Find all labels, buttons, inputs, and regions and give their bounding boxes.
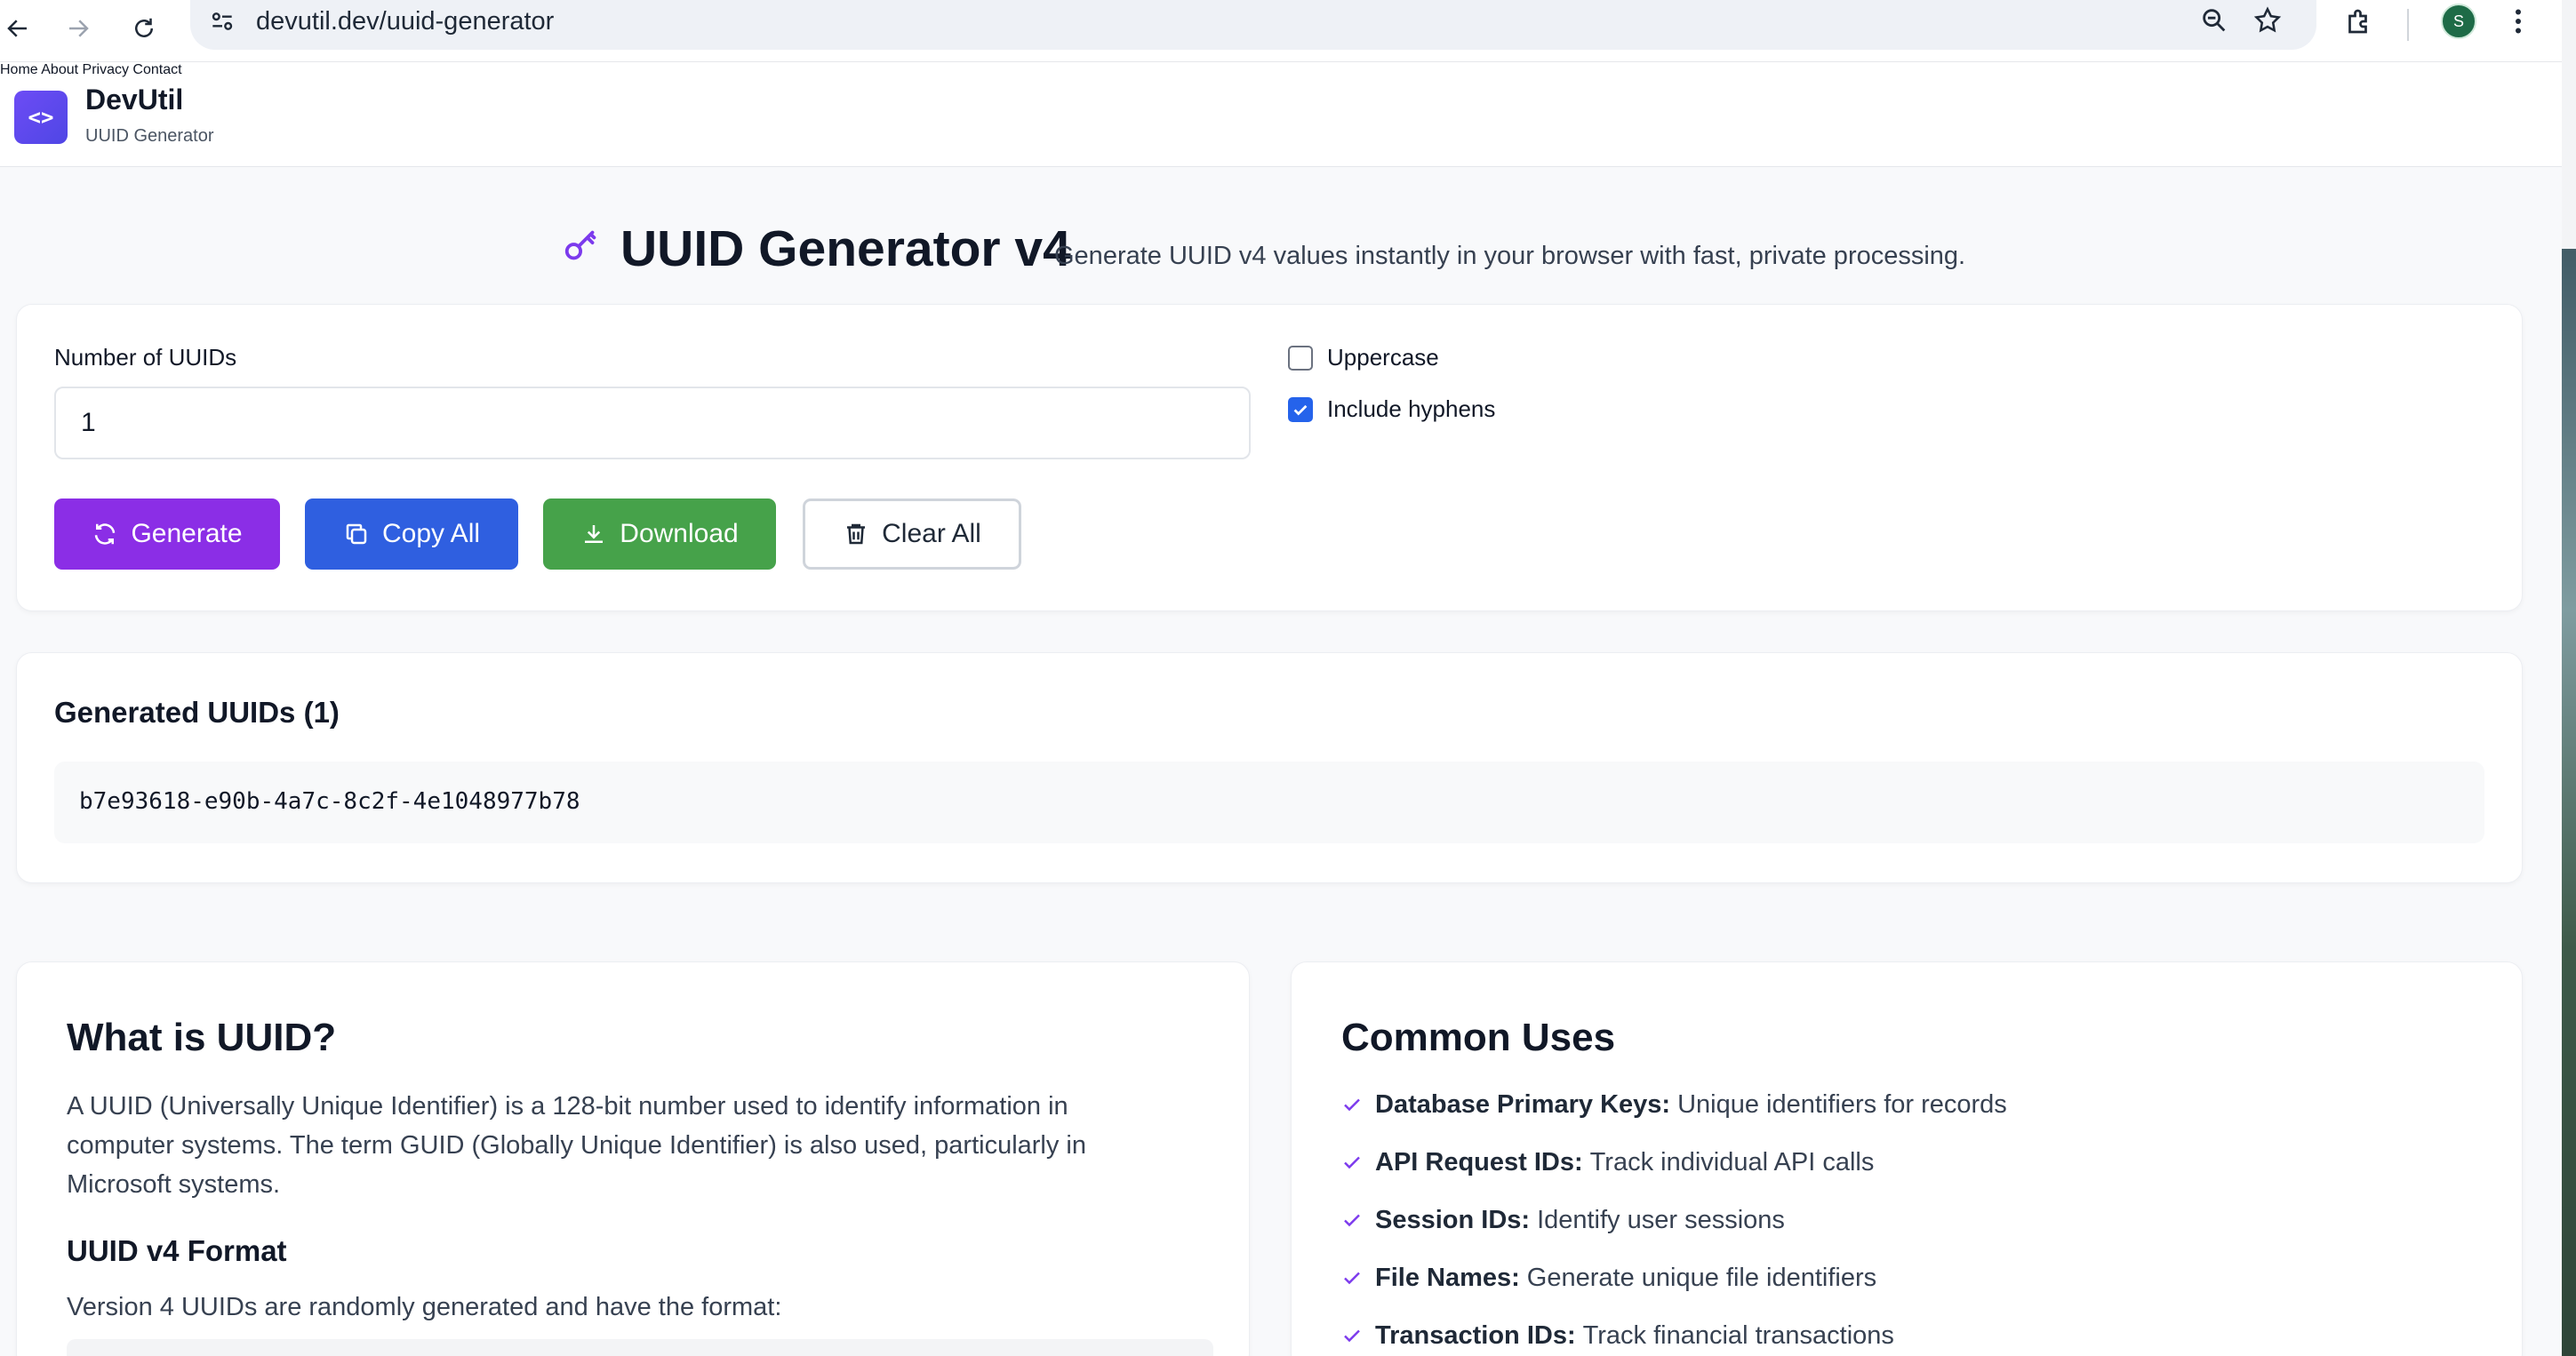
hero: UUID Generator v4 Generate UUID v4 value… — [0, 217, 2562, 288]
list-item: API Request IDs: Track individual API ca… — [1341, 1145, 1874, 1180]
generate-button[interactable]: Generate — [54, 499, 280, 570]
uuid-format-body: Version 4 UUIDs are randomly generated a… — [67, 1293, 782, 1321]
download-icon — [585, 525, 604, 543]
clear-all-button[interactable]: Clear All — [803, 499, 1021, 570]
use-term: File Names: — [1375, 1264, 1520, 1292]
refresh-icon — [95, 523, 116, 545]
download-button[interactable]: Download — [543, 499, 776, 570]
clear-all-label: Clear All — [882, 519, 981, 548]
use-desc: Unique identifiers for records — [1677, 1090, 2007, 1119]
zoom-icon[interactable] — [2199, 5, 2229, 40]
uppercase-checkbox[interactable] — [1288, 345, 1313, 371]
check-icon — [1341, 1209, 1363, 1231]
generate-label: Generate — [131, 519, 243, 548]
nav-contact[interactable]: Contact — [132, 62, 181, 77]
list-item: Database Primary Keys: Unique identifier… — [1341, 1087, 2007, 1122]
checkmark-icon — [1293, 404, 1308, 416]
url-text[interactable]: devutil.dev/uuid-generator — [256, 5, 554, 37]
nav-privacy[interactable]: Privacy — [83, 62, 129, 77]
uuid-item[interactable]: b7e93618-e90b-4a7c-8c2f-4e1048977b78 — [79, 786, 580, 817]
use-term: Session IDs: — [1375, 1206, 1531, 1234]
site-settings-icon[interactable] — [208, 7, 236, 40]
profile-avatar[interactable]: S — [2441, 4, 2476, 39]
copy-all-label: Copy All — [381, 519, 481, 548]
use-term: API Request IDs: — [1375, 1148, 1583, 1177]
use-desc: Generate unique file identifiers — [1526, 1264, 1877, 1292]
bookmark-star-icon[interactable] — [2252, 5, 2283, 40]
what-is-uuid-card: What is UUID? A UUID (Universally Unique… — [16, 961, 1250, 1356]
uuid-count-input[interactable] — [54, 387, 1251, 459]
page-description: Generate UUID v4 values instantly in you… — [1054, 242, 1966, 270]
uuid-list: b7e93618-e90b-4a7c-8c2f-4e1048977b78 — [54, 762, 2484, 843]
common-uses-heading: Common Uses — [1341, 1016, 1616, 1059]
use-desc: Track individual API calls — [1589, 1148, 1875, 1177]
brand-name[interactable]: DevUtil — [85, 84, 183, 116]
use-desc: Track financial transactions — [1582, 1321, 1894, 1350]
use-term: Database Primary Keys: — [1375, 1090, 1671, 1119]
what-is-uuid-body: A UUID (Universally Unique Identifier) i… — [67, 1092, 1087, 1199]
site-header: <> DevUtil UUID Generator Home About Pri… — [0, 62, 2562, 167]
count-label: Number of UUIDs — [54, 344, 237, 371]
logo-code-icon[interactable]: <> — [14, 91, 68, 144]
hyphens-option[interactable]: Include hyphens — [1288, 395, 1495, 423]
common-uses-card: Common Uses Database Primary Keys: Uniqu… — [1291, 961, 2523, 1356]
use-desc: Identify user sessions — [1537, 1206, 1785, 1234]
uppercase-option[interactable]: Uppercase — [1288, 344, 1439, 371]
generated-uuids-card: Generated UUIDs (1) b7e93618-e90b-4a7c-8… — [16, 652, 2523, 883]
more-menu-icon[interactable] — [2505, 5, 2532, 42]
address-bar[interactable]: devutil.dev/uuid-generator — [190, 0, 2316, 50]
check-icon — [1341, 1152, 1363, 1173]
uppercase-label[interactable]: Uppercase — [1327, 344, 1439, 371]
hyphens-label[interactable]: Include hyphens — [1327, 395, 1495, 423]
list-item: File Names: Generate unique file identif… — [1341, 1260, 1876, 1296]
nav-about[interactable]: About — [41, 62, 78, 77]
generator-controls-card: Number of UUIDs Uppercase Include hyphen… — [16, 304, 2523, 611]
check-icon — [1341, 1325, 1363, 1346]
extensions-icon[interactable] — [2343, 5, 2375, 42]
download-label: Download — [620, 519, 739, 548]
forward-icon[interactable] — [55, 5, 101, 52]
key-icon — [562, 226, 603, 271]
hyphens-checkbox[interactable] — [1288, 396, 1313, 422]
trash-icon — [847, 523, 866, 545]
brand-subtitle: UUID Generator — [85, 126, 214, 146]
list-item: Transaction IDs: Track financial transac… — [1341, 1318, 1894, 1353]
output-title: Generated UUIDs (1) — [54, 696, 340, 729]
check-icon — [1341, 1267, 1363, 1288]
copy-icon — [346, 523, 367, 545]
format-code-block — [67, 1339, 1213, 1356]
what-is-uuid-heading: What is UUID? — [67, 1016, 337, 1059]
browser-toolbar: devutil.dev/uuid-generator S — [0, 0, 2576, 62]
desktop-edge — [2562, 0, 2576, 1356]
page-title: UUID Generator v4 — [620, 220, 1071, 277]
uuid-format-heading: UUID v4 Format — [67, 1234, 287, 1267]
site-nav: Home About Privacy Contact — [0, 62, 2562, 78]
nav-home[interactable]: Home — [0, 62, 38, 77]
check-icon — [1341, 1094, 1363, 1115]
copy-all-button[interactable]: Copy All — [305, 499, 518, 570]
toolbar-divider — [2407, 9, 2409, 41]
use-term: Transaction IDs: — [1375, 1321, 1576, 1350]
list-item: Session IDs: Identify user sessions — [1341, 1202, 1785, 1238]
back-icon[interactable] — [0, 5, 41, 52]
reload-icon[interactable] — [121, 5, 167, 52]
